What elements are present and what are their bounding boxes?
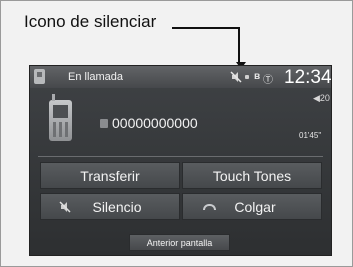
callout-leader-line xyxy=(172,27,240,64)
contact-number-icon xyxy=(100,119,108,128)
touch-tones-button[interactable]: Touch Tones xyxy=(182,162,322,189)
touch-tones-button-label: Touch Tones xyxy=(212,167,292,184)
phone-screen: En llamada ʙ Ⓣ 12:34 00000000000 ◀20 01'… xyxy=(29,65,332,256)
hang-up-button-label: Colgar xyxy=(234,198,276,215)
mute-icon xyxy=(230,71,242,83)
transfer-button-label: Transferir xyxy=(80,167,140,184)
callout-label: Icono de silenciar xyxy=(24,12,157,31)
hang-up-icon xyxy=(203,204,216,210)
figure-frame: Icono de silenciar En llamada ʙ Ⓣ 12:34 … xyxy=(0,0,353,267)
mute-button-label: Silencio xyxy=(92,198,142,215)
phone-status-icon xyxy=(34,69,45,84)
clock: 12:34 xyxy=(284,67,332,88)
status-dot-icon xyxy=(245,75,249,79)
previous-screen-button[interactable]: Anterior pantalla xyxy=(129,234,230,251)
mute-button[interactable]: Silencio xyxy=(40,193,180,220)
signal-icon: Ⓣ xyxy=(263,75,273,86)
previous-screen-label: Anterior pantalla xyxy=(146,237,213,248)
status-title: En llamada xyxy=(68,71,124,83)
status-bar: En llamada ʙ Ⓣ 12:34 xyxy=(30,66,331,88)
phone-icon xyxy=(49,94,72,141)
mute-icon xyxy=(59,201,71,213)
hang-up-button[interactable]: Colgar xyxy=(182,193,322,220)
transfer-button[interactable]: Transferir xyxy=(40,162,180,189)
phone-number: 00000000000 xyxy=(112,115,198,131)
divider xyxy=(38,156,323,157)
bluetooth-icon: ʙ xyxy=(254,71,261,82)
volume-level: ◀20 xyxy=(313,93,330,103)
call-timer: 01'45" xyxy=(299,131,322,140)
